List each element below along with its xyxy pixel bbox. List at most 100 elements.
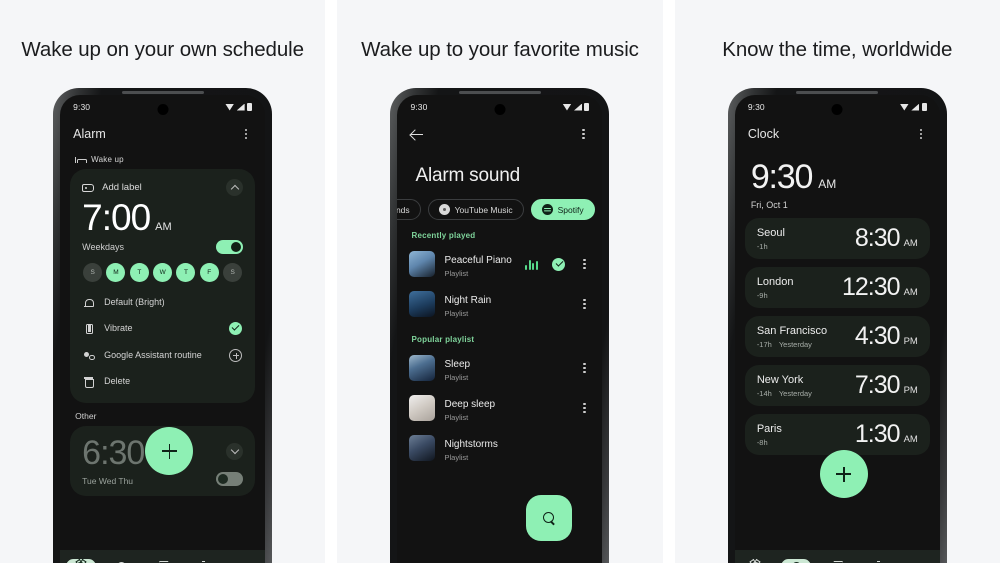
alarm-option-vibrate[interactable]: Vibrate [82, 315, 243, 342]
weekday-selector: S M T W T F S [83, 262, 243, 282]
list-item[interactable]: Deep sleep Playlist [397, 388, 602, 428]
alarm-option-label: Delete [104, 376, 131, 387]
nav-item-timer[interactable]: Timer [143, 559, 183, 563]
camera-punchhole-icon [157, 104, 169, 115]
phone-screen: 9:30 Alarm Wake up Add label 7:00 AM Wee… [60, 95, 266, 563]
alarm-card[interactable]: Add label 7:00 AM Weekdays S M T W T F S… [70, 169, 256, 403]
panel-world-clock: Know the time, worldwide 9:30 Clock 9:30… [674, 0, 1000, 563]
phone-screen: 9:30 Alarm sound ounds [397, 95, 603, 563]
weekday-chip[interactable]: F [199, 262, 219, 282]
city-name: San Francisco [756, 324, 828, 337]
add-label-button[interactable]: Add label [82, 182, 142, 193]
album-art [409, 355, 436, 381]
track-overflow-icon[interactable] [578, 361, 590, 375]
city-offset: -17h [756, 339, 772, 349]
check-icon[interactable] [229, 321, 243, 335]
tab-youtube-music[interactable]: YouTube Music [427, 199, 524, 220]
back-arrow-icon[interactable] [410, 127, 425, 142]
city-time-ampm: AM [903, 238, 918, 250]
collapse-alarm-button[interactable] [226, 179, 244, 196]
city-offset-row: -17h Yesterday [757, 340, 827, 349]
alarm-option-assistant[interactable]: Google Assistant routine [82, 342, 243, 369]
other-alarm-toggle[interactable] [216, 472, 244, 487]
alarm-option-ringtone[interactable]: Default (Bright) [82, 290, 243, 315]
track-name: Nightstorms [444, 439, 498, 450]
expand-alarm-button[interactable] [226, 442, 244, 460]
nav-item-bedtime[interactable]: Bedtime [225, 559, 265, 563]
track-subtitle: Playlist [444, 309, 469, 318]
nav-item-clock[interactable]: Clock [776, 558, 816, 563]
nav-item-clock[interactable]: Clock [102, 559, 142, 563]
city-time: 7:30 PM [855, 373, 918, 398]
bottom-navigation: Alarm Clock Timer Stopwatch [734, 550, 940, 563]
overflow-menu-icon[interactable] [915, 127, 927, 141]
track-overflow-icon[interactable] [578, 297, 590, 311]
add-city-fab[interactable] [819, 450, 868, 498]
alarm-time[interactable]: 7:00 AM [82, 198, 243, 238]
alarm-enabled-toggle[interactable] [216, 239, 244, 254]
city-offset: -8h [756, 437, 768, 447]
overflow-menu-icon[interactable] [240, 127, 252, 141]
track-name: Peaceful Piano [444, 255, 512, 266]
track-overflow-icon[interactable] [578, 401, 590, 415]
current-date: Fri, Oct 1 [750, 200, 788, 211]
table-row[interactable]: New York -14h Yesterday 7:30 PM [744, 365, 930, 407]
tab-label: Spotify [557, 204, 584, 215]
tab-calm[interactable]: Calr [601, 199, 603, 220]
tab-spotify[interactable]: Spotify [530, 199, 595, 220]
weekday-chip[interactable]: W [153, 262, 173, 282]
list-item[interactable]: Peaceful Piano Playlist [397, 244, 602, 284]
nav-item-stopwatch[interactable]: Stopwatch [184, 559, 224, 563]
nav-item-alarm[interactable]: Alarm [735, 559, 775, 563]
nav-item-stopwatch[interactable]: Stopwatch [858, 559, 898, 563]
trash-icon [83, 376, 95, 388]
track-info: Peaceful Piano Playlist [444, 250, 516, 278]
add-alarm-fab[interactable] [145, 427, 194, 475]
tab-label: ounds [397, 204, 410, 215]
weekday-chip[interactable]: S [83, 262, 103, 282]
city-time-ampm: PM [903, 385, 918, 397]
alarm-option-label: Google Assistant routine [104, 350, 202, 361]
city-offset-row: -1h [757, 242, 785, 251]
bottom-navigation: Alarm Clock Timer Stopwatch [60, 550, 266, 563]
list-item[interactable]: Nightstorms Playlist [397, 428, 602, 468]
table-row[interactable]: San Francisco -17h Yesterday 4:30 PM [744, 316, 930, 358]
nav-item-alarm[interactable]: Alarm [61, 558, 101, 563]
overflow-menu-icon[interactable] [577, 127, 589, 141]
current-time-ampm: AM [818, 177, 837, 191]
table-row[interactable]: London -9h 12:30 AM [744, 267, 930, 309]
search-fab[interactable] [526, 495, 573, 541]
weekday-chip[interactable]: T [176, 262, 196, 282]
city-name: Paris [756, 422, 782, 435]
city-time: 1:30 AM [855, 422, 918, 447]
list-item[interactable]: Night Rain Playlist [397, 284, 602, 324]
tab-label: YouTube Music [454, 204, 513, 215]
city-offset-row: -9h [757, 291, 794, 300]
tab-sounds[interactable]: ounds [397, 199, 421, 220]
city-offset-row: -14h Yesterday [757, 389, 812, 398]
alarm-repeat-row: Weekdays [82, 239, 244, 254]
alarm-option-delete[interactable]: Delete [82, 369, 243, 394]
weekday-chip[interactable]: T [129, 262, 149, 282]
selected-check-icon[interactable] [552, 257, 566, 271]
alarm-option-label: Vibrate [104, 323, 133, 334]
city-offset: -9h [756, 290, 768, 300]
add-circle-icon[interactable] [229, 348, 243, 362]
nav-pill [65, 558, 96, 563]
weekday-chip[interactable]: M [106, 262, 126, 282]
screenshot-stage: Wake up on your own schedule 9:30 Alarm [0, 0, 1000, 563]
signal-icon [911, 103, 920, 111]
track-overflow-icon[interactable] [578, 257, 590, 271]
wifi-icon [225, 103, 235, 111]
nav-item-bedtime[interactable]: Bedtime [899, 559, 939, 563]
city-info: San Francisco -17h Yesterday [757, 325, 827, 349]
weekday-chip[interactable]: S [223, 262, 243, 282]
table-row[interactable]: Paris -8h 1:30 AM [744, 414, 930, 456]
city-offset-row: -8h [757, 438, 782, 447]
list-item[interactable]: Sleep Playlist [397, 348, 602, 388]
alarm-group-header: Wake up [60, 149, 265, 169]
table-row[interactable]: Seoul -1h 8:30 AM [744, 218, 930, 260]
city-offset: -14h [756, 388, 772, 398]
city-name: New York [756, 373, 804, 386]
nav-item-timer[interactable]: Timer [817, 559, 857, 563]
